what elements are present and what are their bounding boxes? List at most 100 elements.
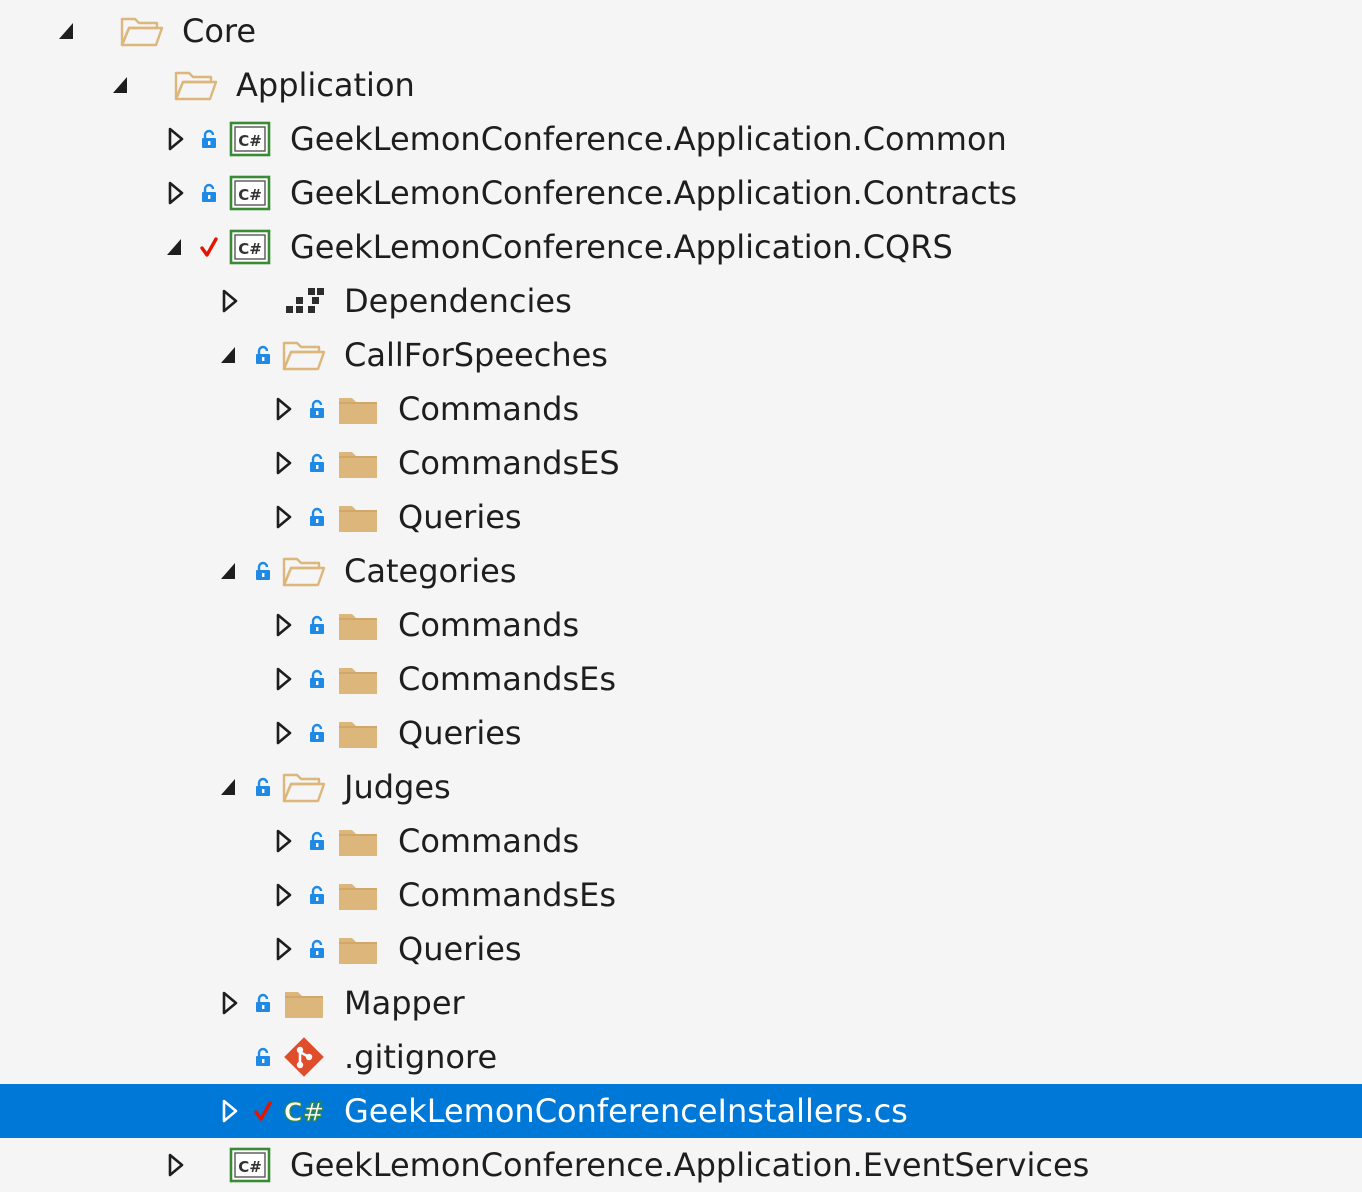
- git-icon: [282, 1030, 326, 1084]
- tree-item[interactable]: C# GeekLemonConference.Application.Common: [0, 112, 1362, 166]
- checked-in-lock-icon: [307, 814, 327, 868]
- collapsed-arrow-icon[interactable]: [272, 490, 294, 544]
- tree-item[interactable]: Commands: [0, 814, 1362, 868]
- tree-item[interactable]: Dependencies: [0, 274, 1362, 328]
- tree-item-label: Application: [236, 66, 415, 104]
- tree-item[interactable]: .gitignore: [0, 1030, 1362, 1084]
- folder-icon: [336, 868, 380, 922]
- csharp-project-icon: C#: [228, 166, 272, 220]
- tree-item[interactable]: C# GeekLemonConference.Application.CQRS: [0, 220, 1362, 274]
- svg-text:C#: C#: [238, 132, 262, 150]
- tree-item[interactable]: CallForSpeeches: [0, 328, 1362, 382]
- expanded-arrow-icon[interactable]: [218, 328, 240, 382]
- tree-item[interactable]: Commands: [0, 382, 1362, 436]
- expanded-arrow-icon[interactable]: [110, 58, 132, 112]
- tree-item[interactable]: Queries: [0, 706, 1362, 760]
- tree-item[interactable]: C# GeekLemonConference.Application.Contra…: [0, 166, 1362, 220]
- folder-icon: [282, 976, 326, 1030]
- tree-item[interactable]: Categories: [0, 544, 1362, 598]
- folder-icon: [336, 652, 380, 706]
- tree-item-label: GeekLemonConference.Application.Contract…: [290, 174, 1018, 212]
- collapsed-arrow-icon[interactable]: [218, 274, 240, 328]
- tree-item-label: Mapper: [344, 984, 465, 1022]
- tree-item[interactable]: Queries: [0, 922, 1362, 976]
- checked-in-lock-icon: [199, 166, 219, 220]
- folder-open-icon: [282, 328, 326, 382]
- tree-item-label: Judges: [344, 768, 451, 806]
- expanded-arrow-icon[interactable]: [218, 760, 240, 814]
- csharp-project-icon: C#: [228, 112, 272, 166]
- collapsed-arrow-icon[interactable]: [272, 598, 294, 652]
- collapsed-arrow-icon[interactable]: [164, 1138, 186, 1192]
- collapsed-arrow-icon[interactable]: [272, 868, 294, 922]
- folder-icon: [336, 814, 380, 868]
- checked-out-check-icon: [253, 1084, 273, 1138]
- tree-item[interactable]: Mapper: [0, 976, 1362, 1030]
- checked-in-lock-icon: [253, 760, 273, 814]
- folder-open-icon: [282, 544, 326, 598]
- tree-item[interactable]: CommandsEs: [0, 868, 1362, 922]
- folder-open-icon: [282, 760, 326, 814]
- checked-out-check-icon: [199, 220, 219, 274]
- collapsed-arrow-icon[interactable]: [272, 706, 294, 760]
- folder-icon: [336, 922, 380, 976]
- folder-open-icon: [120, 4, 164, 58]
- dependencies-icon: [282, 274, 326, 328]
- folder-icon: [336, 598, 380, 652]
- tree-item[interactable]: Application: [0, 58, 1362, 112]
- expanded-arrow-icon[interactable]: [164, 220, 186, 274]
- csharp-file-icon: C#: [282, 1084, 326, 1138]
- tree-item-label: GeekLemonConferenceInstallers.cs: [344, 1092, 908, 1130]
- checked-in-lock-icon: [307, 490, 327, 544]
- folder-icon: [336, 382, 380, 436]
- svg-text:C#: C#: [238, 240, 262, 258]
- csharp-project-icon: C#: [228, 1138, 272, 1192]
- svg-text:C#: C#: [238, 186, 262, 204]
- tree-item-label: CommandsEs: [398, 660, 617, 698]
- checked-in-lock-icon: [253, 544, 273, 598]
- folder-icon: [336, 490, 380, 544]
- tree-item-label: .gitignore: [344, 1038, 498, 1076]
- tree-item-label: Queries: [398, 714, 522, 752]
- tree-item-label: Queries: [398, 930, 522, 968]
- expanded-arrow-icon[interactable]: [56, 4, 78, 58]
- tree-item-label: GeekLemonConference.Application.CQRS: [290, 228, 953, 266]
- tree-item-label: GeekLemonConference.Application.Common: [290, 120, 1007, 158]
- folder-icon: [336, 436, 380, 490]
- tree-item-label: Queries: [398, 498, 522, 536]
- collapsed-arrow-icon[interactable]: [218, 976, 240, 1030]
- tree-item-label: CallForSpeeches: [344, 336, 608, 374]
- tree-item-label: Core: [182, 12, 257, 50]
- svg-text:C#: C#: [238, 1158, 262, 1176]
- checked-in-lock-icon: [253, 976, 273, 1030]
- tree-item-label: Commands: [398, 390, 580, 428]
- tree-item[interactable]: Core: [0, 4, 1362, 58]
- checked-in-lock-icon: [253, 1030, 273, 1084]
- collapsed-arrow-icon[interactable]: [272, 922, 294, 976]
- checked-in-lock-icon: [307, 652, 327, 706]
- collapsed-arrow-icon[interactable]: [272, 652, 294, 706]
- tree-item[interactable]: C# GeekLemonConferenceInstallers.cs: [0, 1084, 1362, 1138]
- collapsed-arrow-icon[interactable]: [164, 166, 186, 220]
- tree-item-label: CommandsES: [398, 444, 620, 482]
- checked-in-lock-icon: [199, 112, 219, 166]
- checked-in-lock-icon: [307, 436, 327, 490]
- tree-item-label: Categories: [344, 552, 517, 590]
- tree-item[interactable]: C# GeekLemonConference.Application.EventS…: [0, 1138, 1362, 1192]
- tree-item[interactable]: Queries: [0, 490, 1362, 544]
- checked-in-lock-icon: [307, 382, 327, 436]
- tree-item[interactable]: Commands: [0, 598, 1362, 652]
- collapsed-arrow-icon[interactable]: [164, 112, 186, 166]
- tree-item-label: Commands: [398, 822, 580, 860]
- collapsed-arrow-icon[interactable]: [272, 814, 294, 868]
- folder-open-icon: [174, 58, 218, 112]
- csharp-project-icon: C#: [228, 220, 272, 274]
- tree-item[interactable]: CommandsES: [0, 436, 1362, 490]
- tree-item[interactable]: CommandsEs: [0, 652, 1362, 706]
- checked-in-lock-icon: [307, 706, 327, 760]
- collapsed-arrow-icon[interactable]: [218, 1084, 240, 1138]
- tree-item[interactable]: Judges: [0, 760, 1362, 814]
- expanded-arrow-icon[interactable]: [218, 544, 240, 598]
- collapsed-arrow-icon[interactable]: [272, 436, 294, 490]
- collapsed-arrow-icon[interactable]: [272, 382, 294, 436]
